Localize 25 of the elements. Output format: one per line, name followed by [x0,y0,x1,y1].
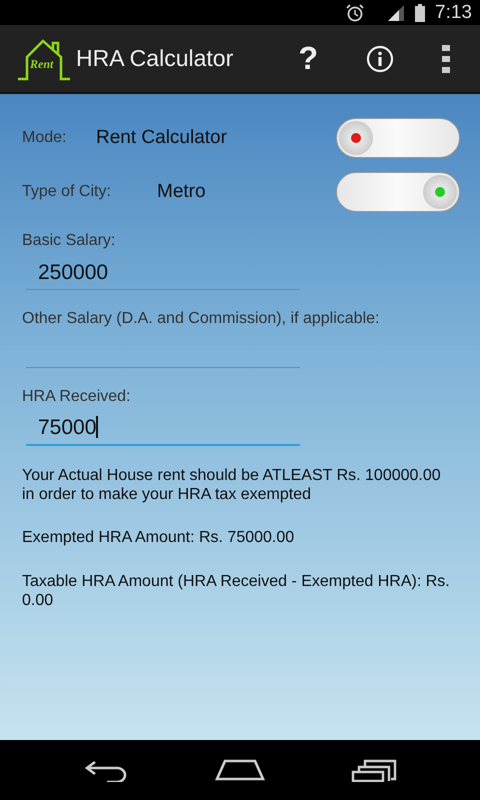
result-text: Taxable HRA Amount (HRA Received - Exempted HRA): Rs. 0.00 [22,572,451,610]
toggle-label: Mode: [22,129,68,147]
toggle-switch[interactable] [336,172,460,212]
alarm-icon [345,4,366,22]
signal-icon [387,4,406,22]
app-title: HRA Calculator [76,45,234,72]
input-field[interactable]: 250000 [26,250,300,290]
back-icon[interactable] [83,758,129,782]
toggle-value: Metro [157,181,206,203]
menu-icon[interactable] [442,44,450,72]
battery-icon [415,4,426,22]
recent-apps-icon[interactable] [351,758,397,782]
help-button[interactable]: ? [298,40,318,77]
field-label: Basic Salary: [22,232,116,250]
toggle-label: Type of City: [22,183,112,201]
toggle-switch[interactable] [336,118,460,158]
field-label: Other Salary (D.A. and Commission), if applicable: [22,310,380,328]
info-icon[interactable] [366,44,394,72]
field-label: HRA Received: [22,388,132,406]
status-time: 7:13 [435,2,472,24]
input-field[interactable]: 75000 [26,406,300,446]
result-text: Your Actual House rent should be ATLEAST Rs. 100000.00 in order to make your HRA tax exempted [22,466,442,504]
result-text: Exempted HRA Amount: Rs. 75000.00 [22,528,296,548]
home-icon[interactable] [215,759,265,781]
toggle-value: Rent Calculator [96,127,227,149]
